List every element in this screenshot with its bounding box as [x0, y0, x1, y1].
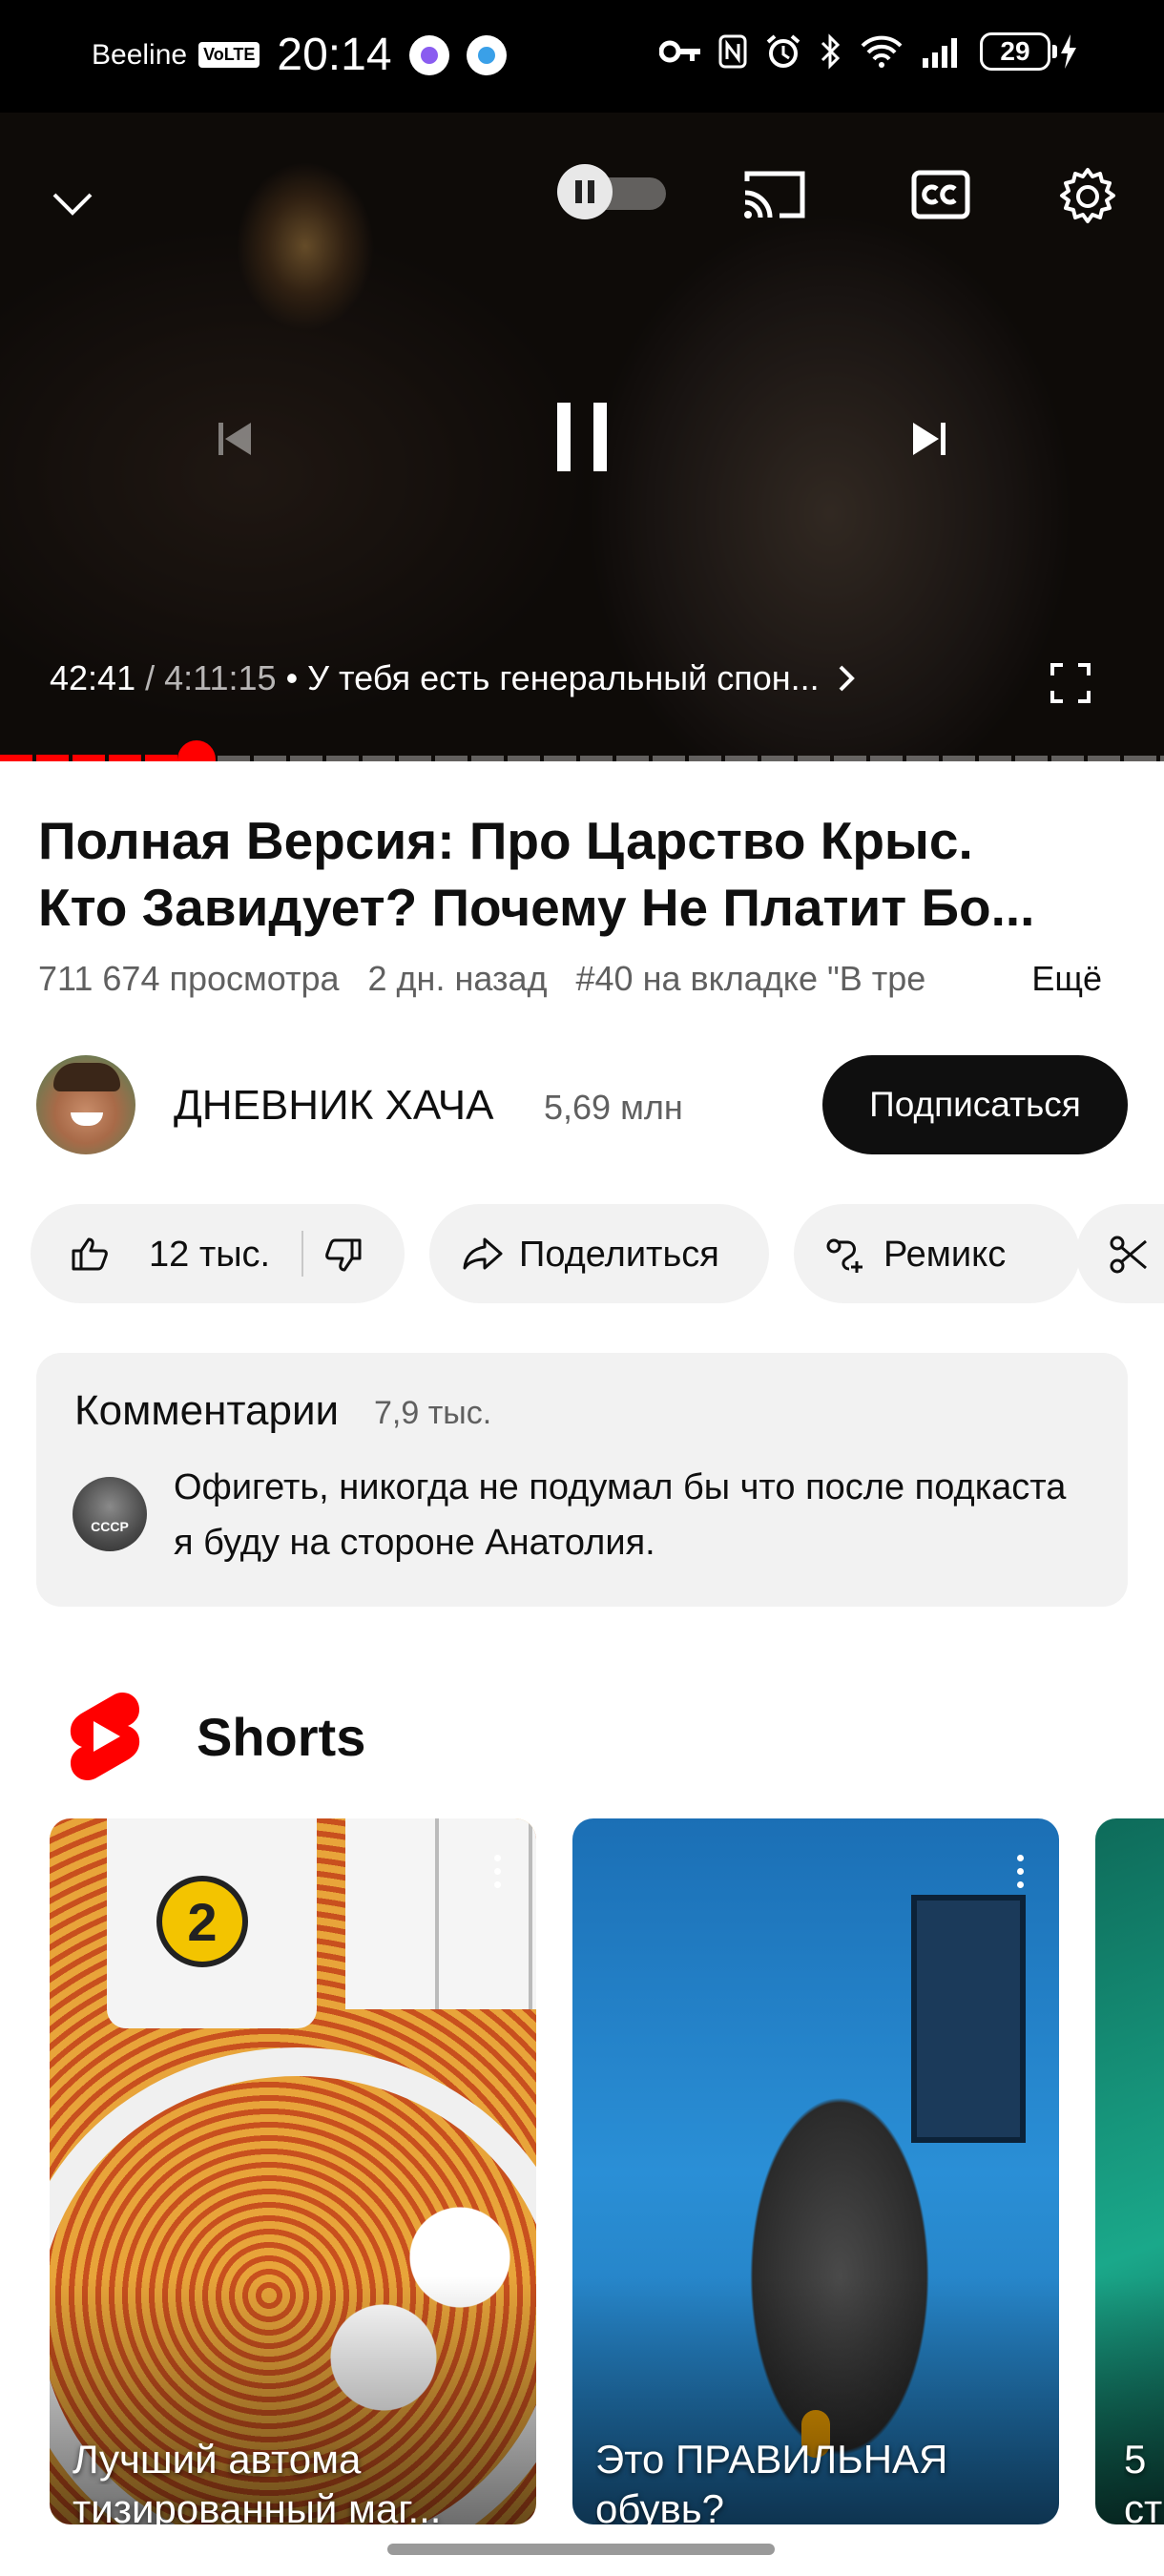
skip-next-icon	[913, 423, 946, 455]
more-button[interactable]: Ещё	[1024, 959, 1102, 999]
remix-label: Ремикс	[883, 1235, 1007, 1275]
signal-icon	[923, 38, 957, 68]
subscribe-button[interactable]: Подписаться	[822, 1055, 1128, 1154]
cast-icon	[744, 171, 805, 218]
shorts-logo-icon	[70, 1692, 140, 1781]
chevron-right-icon	[839, 665, 855, 692]
like-icon[interactable]	[71, 1236, 109, 1271]
gear-icon	[1060, 168, 1115, 223]
more-vert-icon[interactable]	[494, 1855, 502, 1895]
comments-title: Комментарии	[74, 1387, 340, 1434]
video-title-line-2: Кто Завидует? Почему Не Платит Бо...	[38, 878, 1035, 937]
autoplay-toggle[interactable]	[557, 164, 668, 219]
status-right: 29	[659, 32, 1078, 71]
settings-button[interactable]	[1053, 162, 1122, 231]
cast-button[interactable]	[740, 164, 809, 225]
shorts-section-title: Shorts	[197, 1707, 366, 1767]
video-player[interactable]: 42:41 / 4:11:15 • У тебя есть генеральны…	[0, 113, 1164, 761]
scissors-icon	[1110, 1236, 1147, 1274]
like-count[interactable]: 12 тыс.	[149, 1235, 270, 1276]
chevron-down-icon	[52, 193, 93, 216]
video-title-line-1: Полная Версия: Про Царство Крыс.	[38, 811, 973, 870]
bluetooth-icon	[821, 33, 841, 70]
metadata-fade	[930, 959, 1007, 1005]
captions-button[interactable]	[906, 164, 975, 225]
commenter-avatar: СССР	[73, 1477, 147, 1551]
messenger-notification-icon	[408, 34, 449, 75]
short-caption-line-1: Это ПРАВИЛЬНАЯ	[595, 2437, 948, 2482]
share-icon	[463, 1237, 503, 1270]
video-title[interactable]: Полная Версия: Про Царство Крыс. Кто Зав…	[38, 807, 1126, 941]
cc-icon	[911, 170, 970, 219]
short-caption-line-1: 5	[1124, 2437, 1147, 2482]
time-and-chapter[interactable]: 42:41 / 4:11:15 • У тебя есть генеральны…	[50, 658, 856, 698]
seek-bar-played	[0, 755, 197, 761]
wifi-icon	[861, 35, 903, 68]
channel-name[interactable]: ДНЕВНИК ХАЧА	[174, 1082, 493, 1130]
clip-button[interactable]	[1076, 1204, 1164, 1303]
collapse-player-button[interactable]	[44, 176, 101, 233]
trending-rank: #40 на вкладке "В тре	[575, 959, 926, 998]
avatar-smile	[71, 1112, 103, 1126]
nfc-icon	[718, 34, 747, 69]
video-metadata[interactable]: 711 674 просмотра 2 дн. назад #40 на вкл…	[38, 959, 1121, 1005]
key-icon	[659, 40, 700, 63]
short-caption-line-2: тизированный маг...	[73, 2486, 442, 2524]
share-button[interactable]: Поделиться	[429, 1204, 769, 1303]
duration: 4:11:15	[164, 658, 277, 697]
short-caption-line-2: обувь?	[595, 2486, 725, 2524]
previous-button[interactable]	[206, 410, 263, 467]
short-caption: Лучший автома тизированный маг...	[73, 2435, 521, 2524]
chapter-title[interactable]: • У тебя есть генеральный спон...	[286, 658, 820, 698]
top-comment-text: Офигеть, никогда не подумал бы что после…	[174, 1467, 1067, 1563]
short-caption: Это ПРАВИЛЬНАЯ обувь?	[595, 2435, 1044, 2524]
more-vert-icon[interactable]	[1017, 1855, 1025, 1895]
short-card[interactable]: 2 Лучший автома тизированный маг...	[50, 1818, 536, 2524]
short-thumbnail-badge: 2	[156, 1876, 248, 1967]
short-caption-line-1: Лучший автома	[73, 2437, 362, 2482]
battery-indicator: 29	[980, 32, 1078, 71]
remix-icon	[826, 1238, 863, 1273]
fullscreen-icon	[1050, 663, 1091, 703]
battery-level: 29	[980, 32, 1050, 71]
subscriber-count: 5,69 млн	[544, 1088, 683, 1127]
comments-panel[interactable]: Комментарии 7,9 тыс. СССР Офигеть, никог…	[36, 1353, 1128, 1607]
upload-age: 2 дн. назад	[367, 959, 548, 998]
like-divider	[301, 1231, 303, 1277]
short-card[interactable]: 5 ст	[1095, 1818, 1164, 2524]
charging-icon	[1061, 34, 1076, 69]
channel-row: ДНЕВНИК ХАЧА 5,69 млн Подписаться	[36, 1055, 1128, 1154]
short-caption: 5 ст	[1124, 2435, 1164, 2524]
share-label: Поделиться	[519, 1235, 719, 1275]
short-card[interactable]: Это ПРАВИЛЬНАЯ обувь?	[572, 1818, 1059, 2524]
view-count: 711 674 просмотра	[38, 959, 340, 998]
current-time: 42:41	[50, 658, 136, 697]
pause-button[interactable]	[534, 389, 630, 485]
app-notification-icon	[466, 34, 507, 75]
next-button[interactable]	[901, 410, 958, 467]
short-thumbnail-tiles	[345, 1818, 536, 2009]
dislike-icon[interactable]	[324, 1238, 363, 1273]
status-left: Beeline VoLTE 20:14	[92, 29, 507, 81]
comments-count: 7,9 тыс.	[374, 1395, 492, 1431]
avatar-hair	[53, 1063, 120, 1091]
short-thumbnail-frame	[911, 1895, 1026, 2143]
autoplay-pause-icon	[557, 164, 613, 219]
carrier-name: Beeline	[92, 38, 188, 71]
time-separator: /	[145, 658, 156, 697]
like-dislike-chip: 12 тыс.	[31, 1204, 405, 1303]
action-chips: 12 тыс. Поделиться Ремикс	[31, 1204, 1164, 1303]
pause-icon	[557, 403, 607, 471]
gesture-nav-handle[interactable]	[387, 2544, 775, 2555]
fullscreen-button[interactable]	[1044, 656, 1097, 710]
short-thumbnail-cup: 2	[107, 1818, 317, 2028]
volte-badge: VoLTE	[198, 42, 260, 68]
channel-avatar[interactable]	[36, 1055, 135, 1154]
alarm-icon	[766, 34, 800, 68]
skip-previous-icon	[218, 423, 251, 455]
remix-button[interactable]: Ремикс	[794, 1204, 1080, 1303]
clock: 20:14	[277, 30, 392, 80]
short-caption-line-2: ст	[1124, 2486, 1163, 2524]
status-bar: Beeline VoLTE 20:14 29	[0, 0, 1164, 113]
